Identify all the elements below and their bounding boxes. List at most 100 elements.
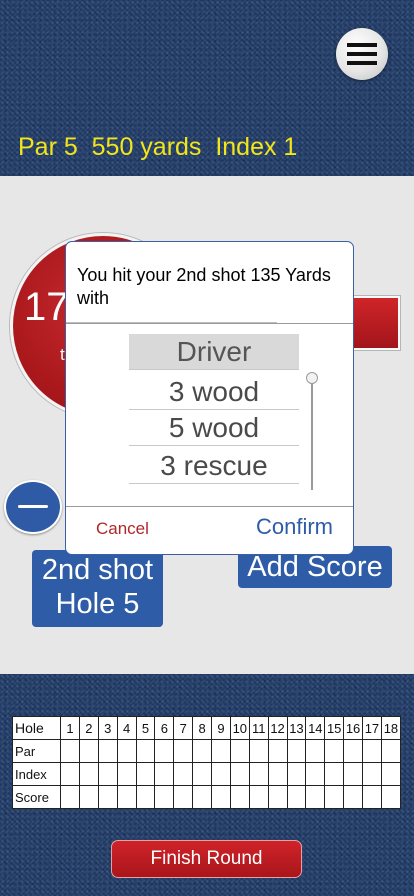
- hole-number: 7: [173, 716, 194, 740]
- cell: [380, 762, 402, 786]
- cell: [192, 739, 212, 763]
- hole-number: 5: [135, 716, 156, 740]
- cell: [211, 762, 231, 786]
- cell: [229, 762, 250, 786]
- picker-scroll-thumb[interactable]: [306, 372, 318, 384]
- cell: [173, 785, 194, 809]
- hole-number: 9: [211, 716, 231, 740]
- hamburger-menu-icon: [347, 43, 377, 65]
- hole-info: Par 5 550 yards Index 1: [18, 133, 298, 161]
- dialog-message: You hit your 2nd shot 135 Yards with: [77, 265, 331, 308]
- cell: [78, 785, 99, 809]
- hole-number: 1: [60, 716, 80, 740]
- hole-number: 13: [286, 716, 307, 740]
- cell: [135, 762, 156, 786]
- cell: [229, 739, 250, 763]
- hole-number: 11: [248, 716, 269, 740]
- cell: [305, 785, 326, 809]
- cell: [154, 739, 175, 763]
- cell: [380, 785, 402, 809]
- cell: [362, 762, 382, 786]
- cell: [248, 762, 269, 786]
- cell: [97, 785, 118, 809]
- confirm-button[interactable]: Confirm: [256, 514, 333, 540]
- club-option-selected[interactable]: Driver: [129, 334, 299, 370]
- cell: [362, 739, 382, 763]
- cell: [343, 785, 363, 809]
- shot-hole-button[interactable]: 2nd shot Hole 5: [32, 550, 163, 627]
- cell: [60, 739, 80, 763]
- cell: [324, 739, 345, 763]
- cell: [135, 739, 156, 763]
- hole-number: 4: [116, 716, 137, 740]
- cell: [229, 785, 250, 809]
- cell: [173, 762, 194, 786]
- menu-button[interactable]: [336, 28, 388, 80]
- hole-number: 2: [78, 716, 99, 740]
- finish-round-button[interactable]: Finish Round: [111, 840, 302, 878]
- cell: [97, 762, 118, 786]
- distance-value: 17: [24, 285, 69, 329]
- cell: [116, 739, 137, 763]
- club-option[interactable]: 3 wood: [129, 374, 299, 410]
- hole-number: 10: [229, 716, 250, 740]
- row-label: Par: [12, 739, 61, 763]
- cell: [116, 762, 137, 786]
- hole-number: 12: [267, 716, 288, 740]
- cell: [248, 785, 269, 809]
- cell: [324, 785, 345, 809]
- picker-scrollbar[interactable]: [311, 378, 313, 490]
- cell: [60, 785, 80, 809]
- cell: [380, 739, 402, 763]
- cell: [60, 762, 80, 786]
- scorecard-row-index: Index: [12, 762, 402, 786]
- scorecard-row-par: Par: [12, 739, 402, 763]
- cell: [135, 785, 156, 809]
- cell: [78, 762, 99, 786]
- cell: [192, 785, 212, 809]
- club-option[interactable]: 3 rescue: [129, 448, 299, 484]
- cell: [116, 785, 137, 809]
- cell: [343, 762, 363, 786]
- minus-button[interactable]: [4, 480, 62, 534]
- cell: [305, 762, 326, 786]
- hole-number: 3: [97, 716, 118, 740]
- cancel-button[interactable]: Cancel: [96, 519, 149, 539]
- club-option[interactable]: 5 wood: [129, 410, 299, 446]
- shot-label: 2nd shot: [41, 554, 154, 586]
- dialog-divider: [66, 323, 353, 324]
- cell: [78, 739, 99, 763]
- cell: [173, 739, 194, 763]
- cell: [267, 739, 288, 763]
- row-label: Index: [12, 762, 61, 786]
- hole-number: 15: [324, 716, 345, 740]
- hole-number: 16: [343, 716, 363, 740]
- hole-number: 18: [380, 716, 402, 740]
- cell: [305, 739, 326, 763]
- row-label: Score: [12, 785, 61, 809]
- cell: [267, 762, 288, 786]
- cell: [267, 785, 288, 809]
- cell: [286, 739, 307, 763]
- hole-header: Hole: [12, 716, 61, 740]
- scorecard: Hole 1 2 3 4 5 6 7 8 9 10 11 12 13 14 15…: [12, 716, 402, 809]
- cell: [97, 739, 118, 763]
- cell: [154, 762, 175, 786]
- cell: [362, 785, 382, 809]
- cell: [192, 762, 212, 786]
- cell: [343, 739, 363, 763]
- button-divider: [66, 506, 353, 507]
- hole-number: 6: [154, 716, 175, 740]
- cell: [211, 739, 231, 763]
- hole-number: 14: [305, 716, 326, 740]
- club-picker[interactable]: Driver 3 wood 5 wood 3 rescue: [129, 334, 299, 484]
- cell: [286, 762, 307, 786]
- hole-label: Hole 5: [55, 588, 140, 620]
- club-select-dialog: You hit your 2nd shot 135 Yards with Dri…: [65, 241, 354, 555]
- hole-number: 17: [362, 716, 382, 740]
- cell: [248, 739, 269, 763]
- cell: [286, 785, 307, 809]
- scorecard-header-row: Hole 1 2 3 4 5 6 7 8 9 10 11 12 13 14 15…: [12, 716, 402, 740]
- minus-icon: [18, 505, 48, 508]
- cell: [154, 785, 175, 809]
